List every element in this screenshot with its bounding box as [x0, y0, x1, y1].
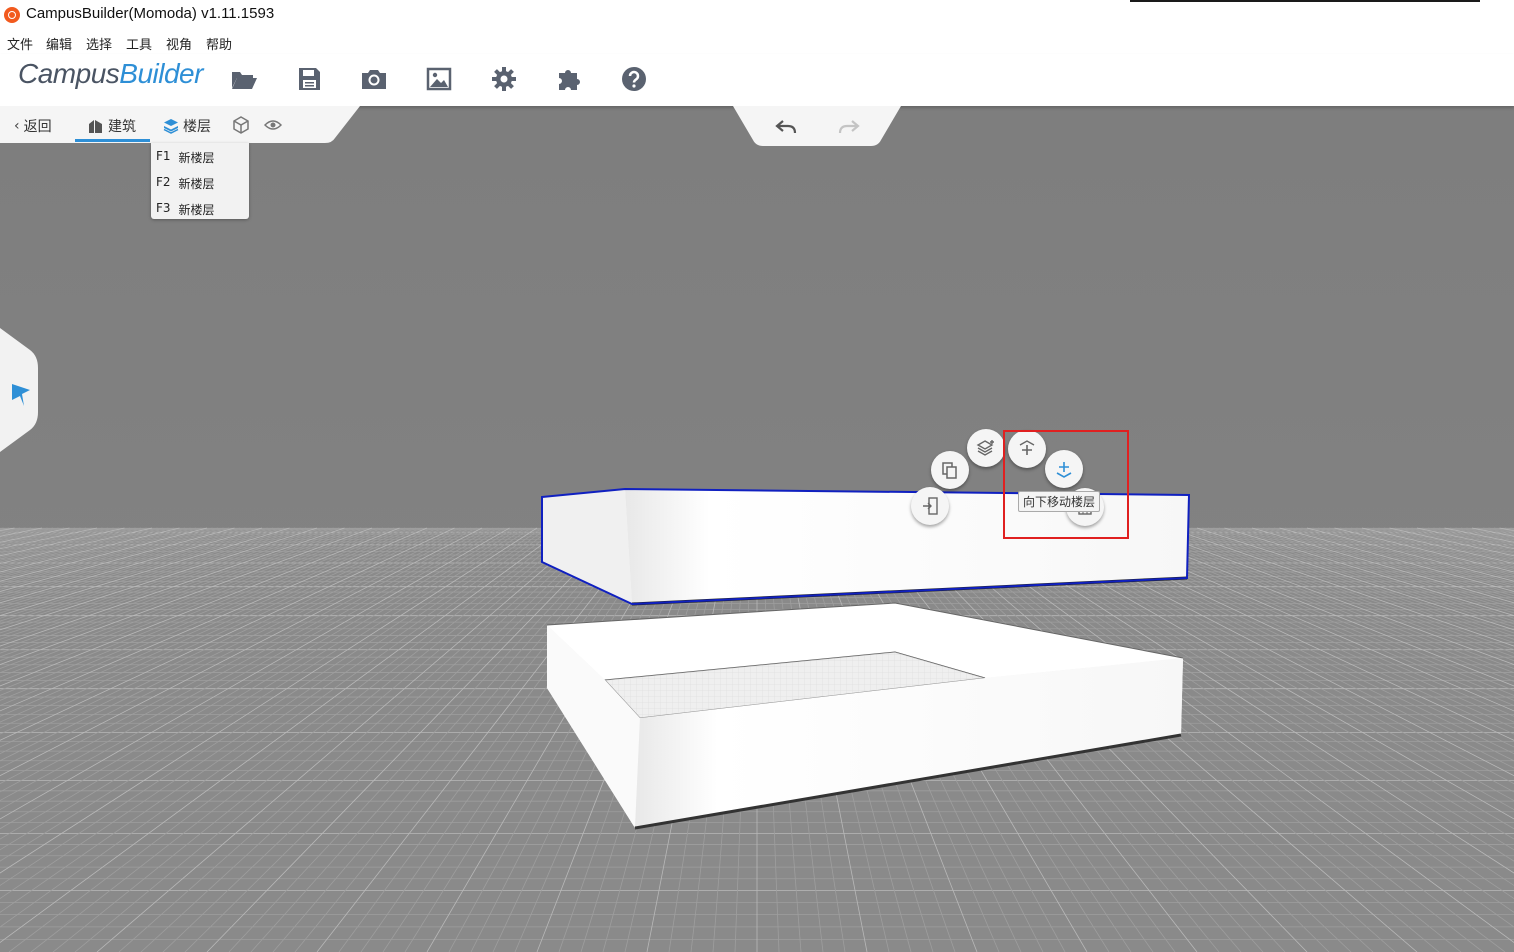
title-bar-strip [1130, 0, 1480, 2]
exit-door-icon [923, 497, 938, 515]
cube-icon [233, 116, 249, 134]
active-tab-indicator [75, 139, 150, 142]
layers-icon [163, 119, 179, 134]
add-floor-button[interactable] [967, 429, 1005, 467]
help-button[interactable] [619, 64, 649, 94]
copy-icon [942, 462, 957, 479]
tab-building[interactable]: 建筑 [88, 116, 136, 136]
visibility-button[interactable] [264, 116, 282, 134]
save-icon [299, 68, 320, 90]
brand-logo: CampusBuilder [18, 58, 203, 89]
undo-redo-bar [733, 106, 901, 146]
menu-tools[interactable]: 工具 [126, 34, 152, 53]
save-button[interactable] [294, 64, 324, 94]
window-title: CampusBuilder(Momoda) v1.11.1593 [26, 5, 275, 22]
image-button[interactable] [424, 64, 454, 94]
menu-file[interactable]: 文件 [7, 34, 33, 53]
floor-dropdown: F1 新楼层 F2 新楼层 F3 新楼层 [151, 143, 249, 219]
help-icon [622, 67, 646, 91]
screenshot-button[interactable] [359, 64, 389, 94]
plugin-icon [559, 70, 580, 90]
floor-item-f1[interactable]: F1 新楼层 [156, 149, 215, 166]
gear-icon [492, 67, 516, 91]
menu-view[interactable]: 视角 [166, 34, 192, 53]
menu-help[interactable]: 帮助 [206, 34, 232, 53]
menu-edit[interactable]: 编辑 [46, 34, 72, 53]
redo-button[interactable] [838, 117, 860, 137]
undo-button[interactable] [775, 117, 797, 137]
floor-item-f3[interactable]: F3 新楼层 [156, 201, 215, 218]
highlight-annotation [1003, 430, 1129, 539]
menu-bar: 文件 编辑 选择 工具 视角 帮助 [0, 30, 1514, 55]
main-toolbar [0, 54, 1514, 106]
back-button[interactable]: ‹ 返回 [14, 116, 52, 136]
copy-floor-button[interactable] [931, 451, 969, 489]
chevron-left-icon: ‹ [14, 118, 20, 134]
layers-add-icon [976, 440, 994, 456]
building-icon [89, 120, 102, 133]
left-panel-toggle[interactable] [0, 328, 40, 452]
eye-icon [264, 120, 282, 130]
exit-floor-button[interactable] [911, 487, 949, 525]
folder-open-icon [232, 72, 257, 89]
plugin-button[interactable] [554, 64, 584, 94]
settings-button[interactable] [489, 64, 519, 94]
app-logo-icon [4, 7, 20, 23]
floor-item-f2[interactable]: F2 新楼层 [156, 175, 215, 192]
open-button[interactable] [229, 64, 259, 94]
camera-icon [362, 70, 386, 89]
tab-floor[interactable]: 楼层 [163, 116, 211, 136]
menu-select[interactable]: 选择 [86, 34, 112, 53]
image-icon [426, 67, 452, 91]
model-view-button[interactable] [232, 116, 250, 134]
